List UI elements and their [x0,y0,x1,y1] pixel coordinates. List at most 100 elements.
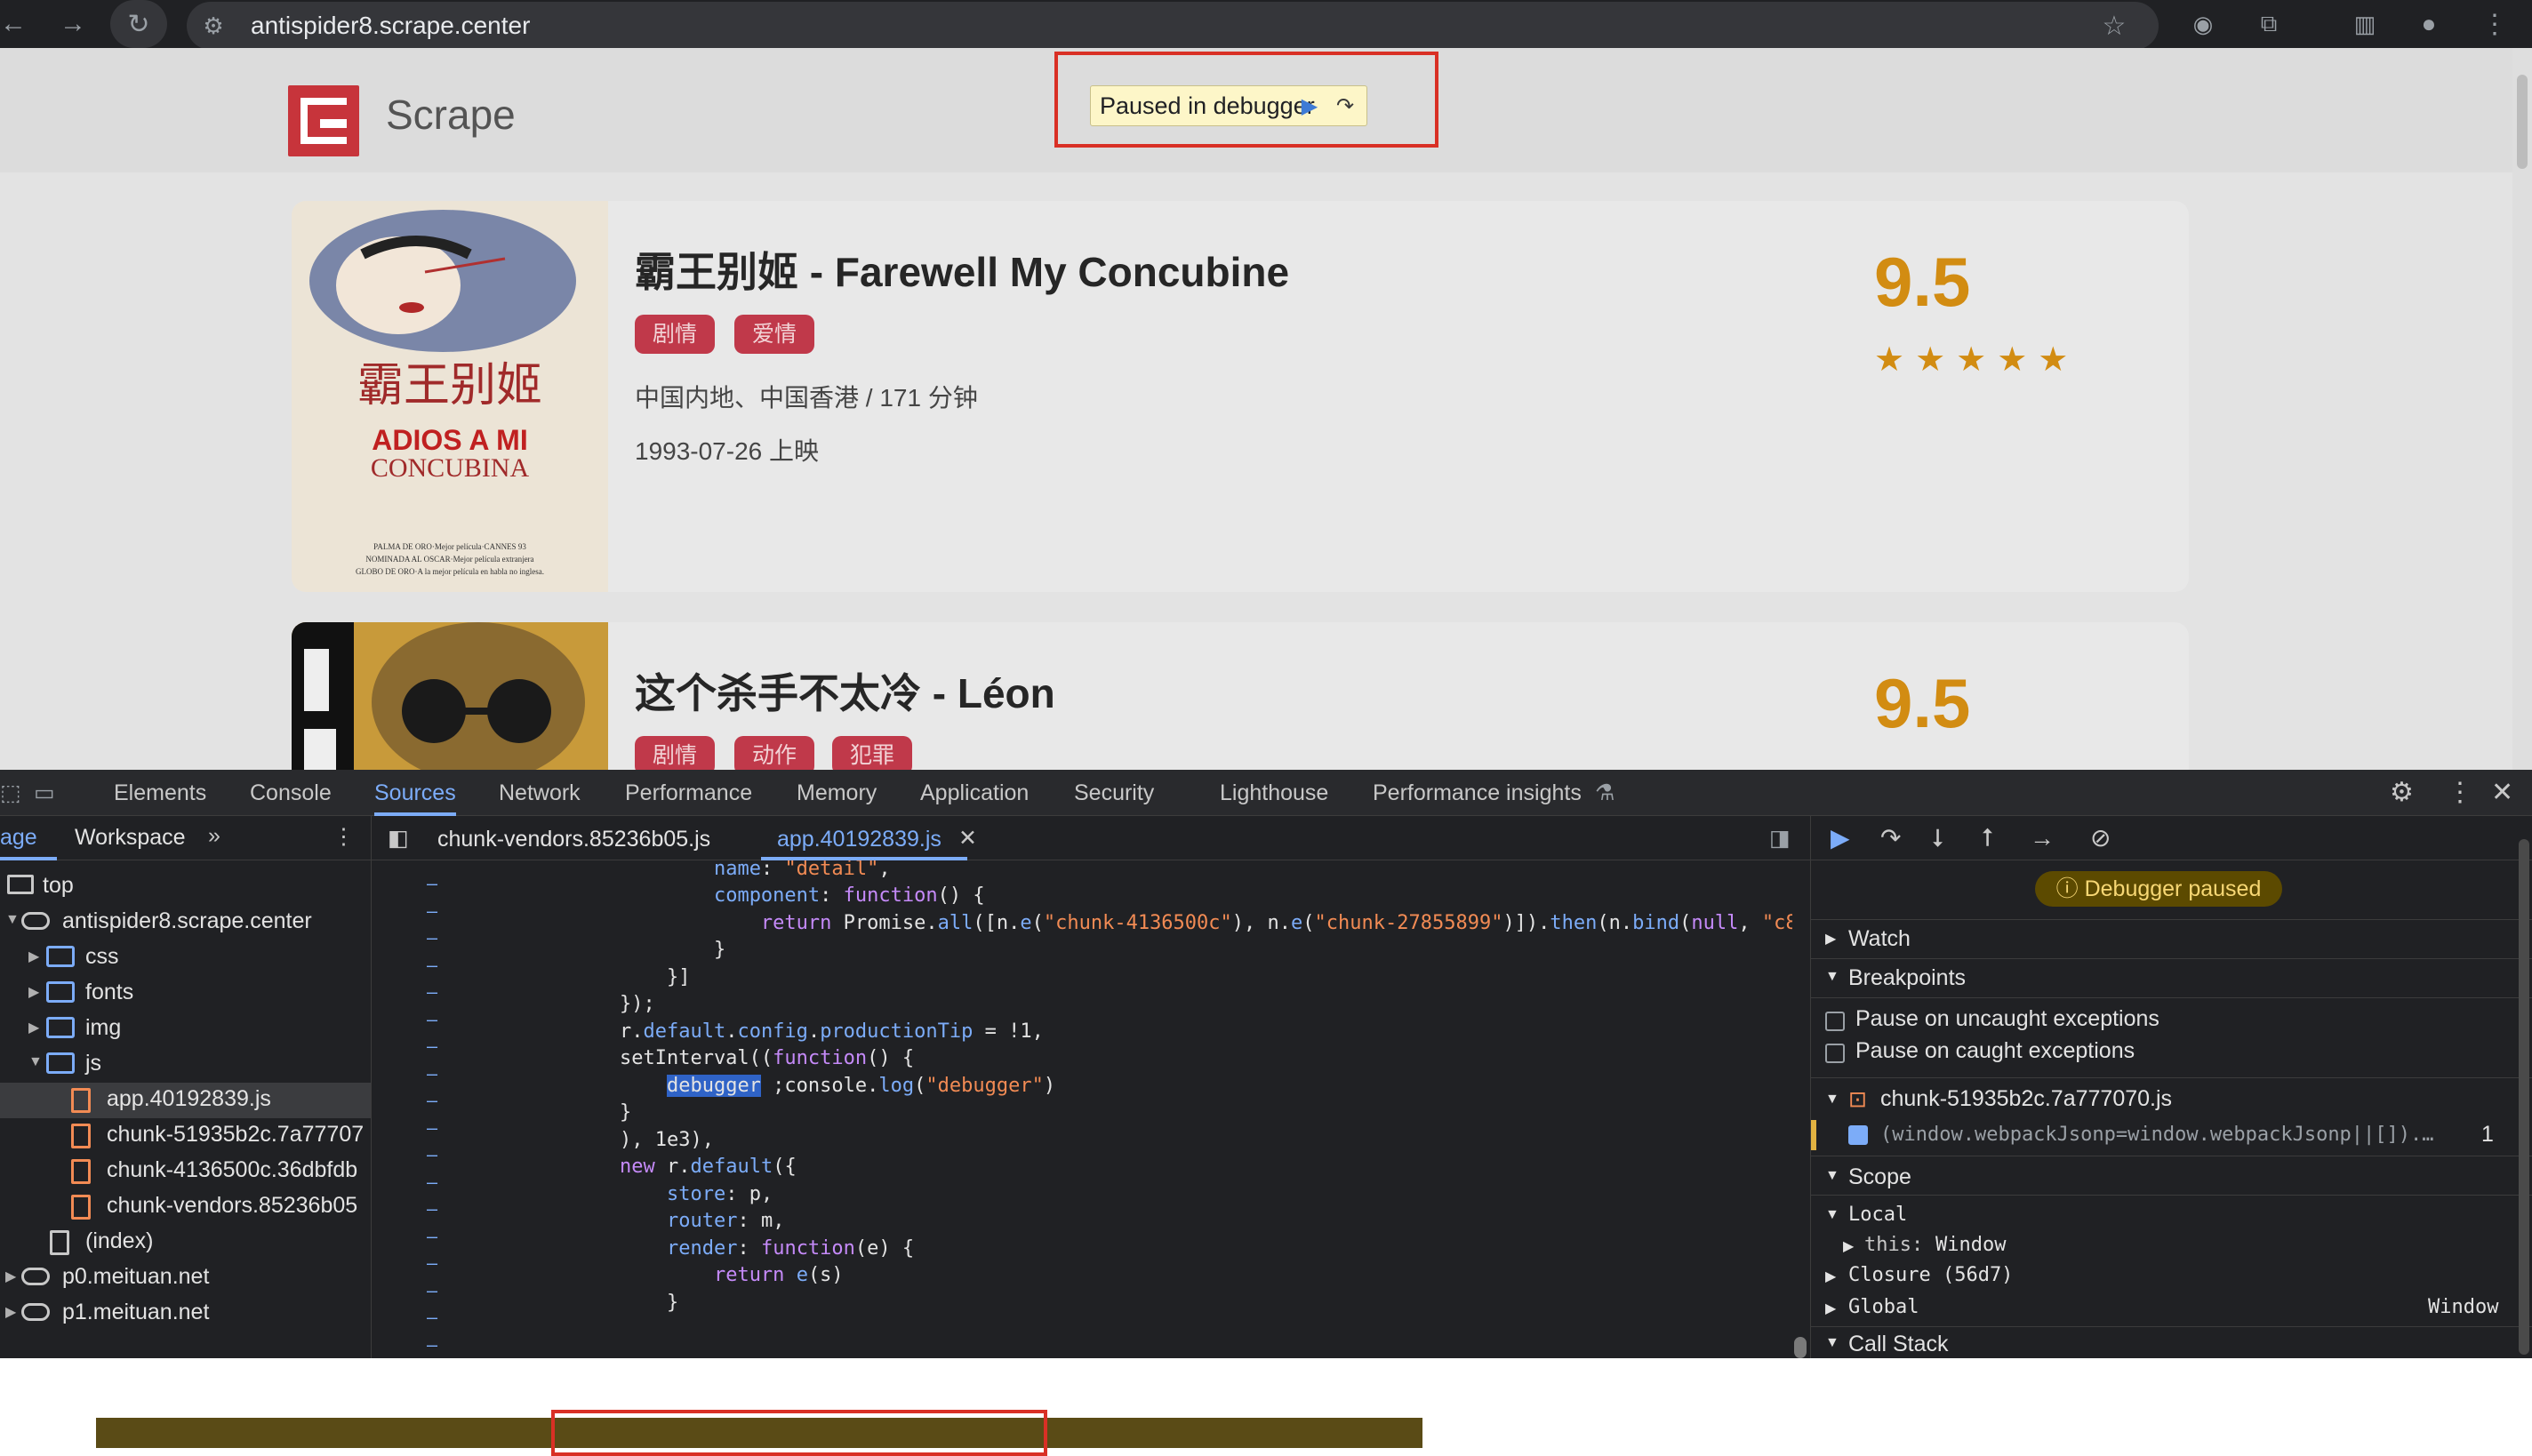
call-stack-section[interactable]: Call Stack [1848,1332,1949,1357]
line-marker[interactable]: – [427,900,437,922]
movie-card[interactable]: 这个杀手不太冷 - Léon 剧情 动作 犯罪 9.5 [292,622,2189,770]
step-out-icon[interactable]: ⭡ [1982,816,1993,860]
tab-page[interactable]: age [0,825,37,851]
tab-elements[interactable]: Elements [114,770,206,816]
url-text[interactable]: antispider8.scrape.center [251,2,530,50]
tab-workspace[interactable]: Workspace [75,825,186,851]
tree-item-folder[interactable]: fonts [85,980,133,1005]
expand-arrow-icon[interactable]: ▶ [28,983,39,1001]
tree-item-folder[interactable]: img [85,1015,121,1041]
line-marker[interactable]: – [427,955,437,976]
line-marker[interactable]: – [427,1198,437,1220]
tree-item-file[interactable]: app.40192839.js [107,1086,271,1112]
toggle-debugger-icon[interactable]: ◨ [1769,825,1791,852]
breakpoint-checkbox[interactable] [1848,1125,1868,1145]
tree-item-top[interactable]: top [43,873,74,899]
tab-sources[interactable]: Sources [374,770,456,816]
page-scrollbar[interactable] [2512,48,2532,770]
scope-closure[interactable]: Closure (56d7) [1848,1264,2013,1286]
expand-arrow-icon[interactable]: ▼ [1825,1168,1839,1184]
watch-section[interactable]: Watch [1848,926,1911,952]
device-toggle-icon[interactable]: ▭ [34,770,55,816]
collapse-arrow-icon[interactable]: ▶ [1825,930,1836,948]
line-marker[interactable]: – [427,1144,437,1165]
expand-arrow-icon[interactable]: ▼ [1825,1092,1839,1108]
collapse-arrow-icon[interactable]: ▶ [1825,1300,1836,1317]
movie-poster[interactable] [292,622,608,770]
more-tabs-icon[interactable]: » [208,823,220,849]
collapse-arrow-icon[interactable]: ▶ [1825,1268,1836,1285]
tab-security[interactable]: Security [1074,770,1154,816]
line-marker[interactable]: – [427,1172,437,1193]
expand-arrow-icon[interactable]: ▼ [1825,1207,1839,1223]
pause-caught-label[interactable]: Pause on caught exceptions [1855,1038,2135,1064]
expand-arrow-icon[interactable]: ▼ [1825,969,1839,985]
tree-item-domain[interactable]: antispider8.scrape.center [62,908,312,934]
line-marker[interactable]: – [427,1334,437,1356]
scope-global[interactable]: Global [1848,1296,1919,1318]
pause-caught-checkbox[interactable] [1825,1044,1845,1063]
close-tab-icon[interactable]: ✕ [958,825,977,852]
expand-arrow-icon[interactable]: ▶ [5,1303,16,1321]
tab-performance-insights[interactable]: Performance insights [1373,770,1582,816]
brand-name[interactable]: Scrape [386,91,516,139]
movie-poster[interactable]: 霸王别姬 ADIOS A MI CONCUBINA PALMA DE ORO·M… [292,201,608,592]
tree-item-file[interactable]: chunk-4136500c.36dbfdb [107,1157,357,1183]
scope-local[interactable]: Local [1848,1204,1907,1226]
scope-section[interactable]: Scope [1848,1164,1911,1190]
incognito-icon[interactable]: ◉ [2185,0,2221,48]
line-marker[interactable]: – [427,927,437,948]
bookmark-star-icon[interactable]: ☆ [2096,2,2132,50]
tab-application[interactable]: Application [920,770,1029,816]
line-marker[interactable]: – [427,981,437,1003]
step-icon[interactable]: → [2030,816,2055,860]
line-marker[interactable]: – [427,1090,437,1111]
breakpoints-section[interactable]: Breakpoints [1848,965,1966,991]
sidebar-scrollbar[interactable] [2515,816,2532,1358]
step-into-icon[interactable]: ⭣ [1932,816,1943,860]
expand-arrow-icon[interactable]: ▶ [28,948,39,965]
line-marker[interactable]: – [427,1307,437,1328]
editor-tab-active[interactable]: app.40192839.js [777,827,941,852]
tab-performance[interactable]: Performance [625,770,752,816]
reload-icon[interactable]: ↻ [110,0,167,48]
address-bar[interactable]: ⚙ antispider8.scrape.center ☆ [187,2,2159,50]
tab-console[interactable]: Console [250,770,332,816]
line-marker[interactable]: – [427,873,437,894]
tree-item-file[interactable]: chunk-vendors.85236b05 [107,1193,357,1219]
collapse-arrow-icon[interactable]: ▶ [1843,1237,1854,1255]
close-devtools-icon[interactable]: ✕ [2491,770,2513,816]
sidepanel-icon[interactable]: ▥ [2347,0,2383,48]
back-icon[interactable]: ← [0,0,27,48]
expand-arrow-icon[interactable]: ▼ [1825,1335,1839,1351]
editor-tab[interactable]: chunk-vendors.85236b05.js [437,827,710,852]
pause-uncaught-label[interactable]: Pause on uncaught exceptions [1855,1006,2159,1032]
tree-item-file[interactable]: chunk-51935b2c.7a77707 [107,1122,364,1148]
logo[interactable] [288,85,359,156]
forward-icon[interactable]: → [55,0,91,48]
menu-icon[interactable]: ⋮ [2477,0,2512,48]
breakpoint-file[interactable]: chunk-51935b2c.7a777070.js [1880,1086,2172,1112]
more-options-icon[interactable]: ⋮ [2447,770,2473,816]
line-marker[interactable]: – [427,1280,437,1301]
tab-memory[interactable]: Memory [797,770,877,816]
line-marker[interactable]: – [427,1009,437,1030]
expand-arrow-icon[interactable]: ▼ [5,912,20,928]
site-info-icon[interactable]: ⚙ [196,2,231,50]
editor-scrollbar[interactable] [1792,862,1810,1358]
toggle-navigator-icon[interactable]: ◧ [388,825,409,852]
settings-gear-icon[interactable]: ⚙ [2390,770,2414,816]
line-marker[interactable]: – [427,1252,437,1274]
resume-icon[interactable]: ▶ [1831,816,1850,860]
tree-item-index[interactable]: (index) [85,1228,153,1254]
tree-item-folder[interactable]: js [85,1051,101,1076]
breakpoint-code[interactable]: (window.webpackJsonp=window.webpackJsonp… [1880,1124,2434,1146]
line-marker[interactable]: – [427,1117,437,1139]
inspect-icon[interactable]: ⬚ [0,770,21,816]
expand-arrow-icon[interactable]: ▼ [28,1054,43,1070]
pause-uncaught-checkbox[interactable] [1825,1012,1845,1031]
step-over-icon[interactable]: ↷ [1880,816,1901,860]
line-marker[interactable]: – [427,1036,437,1057]
extensions-icon[interactable]: ⧉ [2251,0,2287,48]
step-over-icon[interactable]: ↷ [1329,92,1361,122]
